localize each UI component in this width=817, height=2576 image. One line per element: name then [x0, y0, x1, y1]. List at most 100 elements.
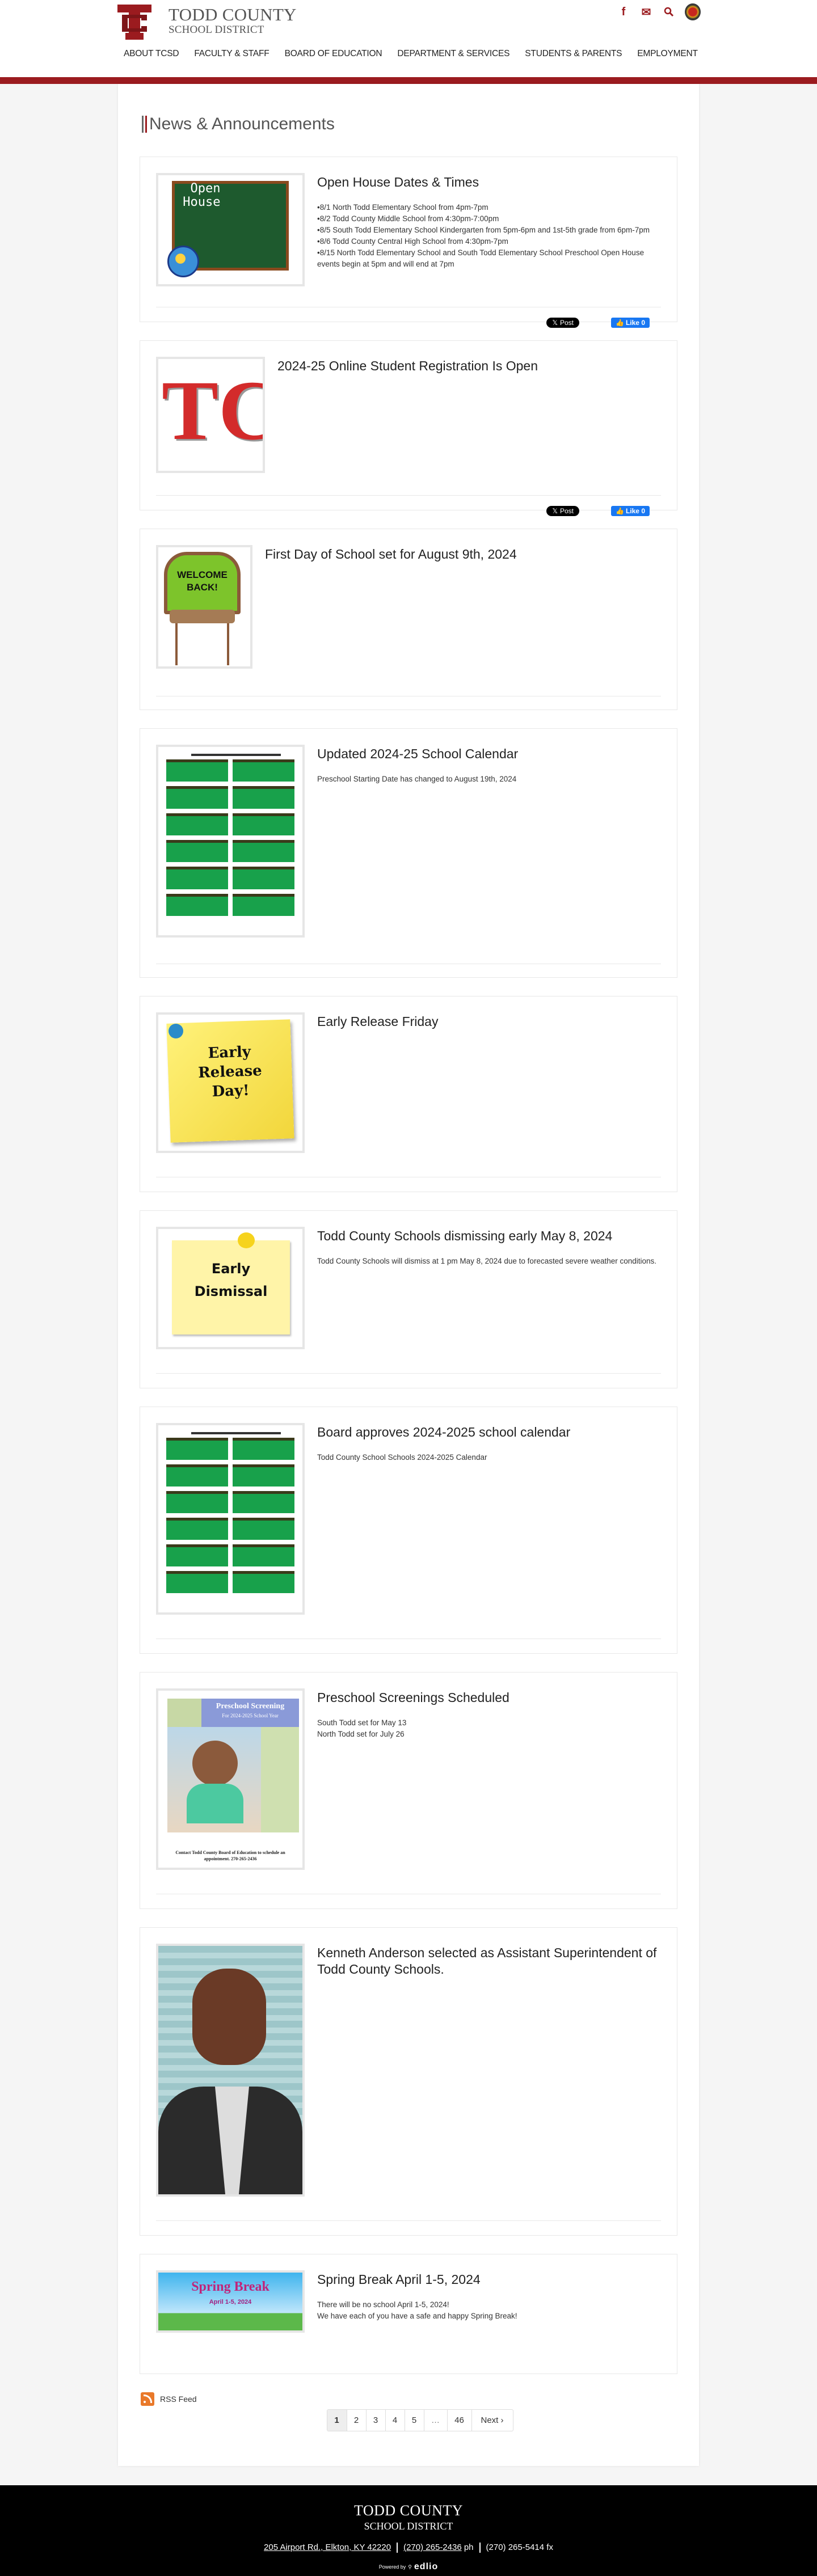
search-icon[interactable] [662, 5, 676, 19]
news-item: Board approves 2024-2025 school calendar… [140, 1407, 677, 1654]
header-accent-bar [0, 77, 817, 84]
news-thumbnail[interactable]: Early Release Day! [156, 1012, 305, 1153]
nav-employment[interactable]: EMPLOYMENT [637, 49, 698, 59]
nav-department-services[interactable]: DEPARTMENT & SERVICES [397, 49, 509, 59]
news-body-line: Todd County School Schools 2024-2025 Cal… [317, 1452, 487, 1462]
child-photo [167, 1727, 261, 1832]
news-thumbnail[interactable] [156, 1944, 305, 2197]
calendar-image [163, 1430, 298, 1608]
news-item: Open House Open House Dates & Times •8/1… [140, 157, 677, 328]
share-bar [156, 1894, 661, 1921]
pushpin-icon [169, 1024, 183, 1038]
share-bar [156, 1638, 661, 1666]
x-icon: 𝕏 [552, 319, 558, 327]
address-link[interactable]: 205 Airport Rd., Elkton, KY 42220 [264, 2543, 391, 2553]
footer-brand-line-1: TODD COUNTY [353, 2502, 464, 2519]
page-3-button[interactable]: 3 [365, 2410, 385, 2431]
news-title-link[interactable]: Kenneth Anderson selected as Assistant S… [317, 1945, 656, 1977]
news-title-link[interactable]: 2024-25 Online Student Registration Is O… [277, 358, 538, 373]
nav-board-of-education[interactable]: BOARD OF EDUCATION [285, 49, 382, 59]
page-46-button[interactable]: 46 [447, 2410, 471, 2431]
nav-about-tcsd[interactable]: ABOUT TCSD [124, 49, 179, 59]
share-bar [156, 964, 661, 991]
footer-brand-line-2: SCHOOL DISTRICT [364, 2520, 453, 2532]
news-title-link[interactable]: Preschool Screenings Scheduled [317, 1690, 509, 1705]
news-title-link[interactable]: Early Release Friday [317, 1014, 438, 1029]
brand-name[interactable]: TODD COUNTY SCHOOL DISTRICT [169, 6, 297, 36]
rss-label: RSS Feed [160, 2395, 197, 2404]
globe-icon [167, 246, 199, 277]
news-item: Early Release Day! Early Release Friday [140, 996, 677, 1192]
news-thumbnail[interactable]: Open House [156, 173, 305, 286]
news-thumbnail[interactable]: WELCOME BACK! [156, 545, 252, 669]
news-thumbnail[interactable]: Early Dismissal [156, 1227, 305, 1349]
next-page-button[interactable]: Next › [471, 2410, 513, 2431]
news-thumbnail[interactable] [156, 1423, 305, 1615]
news-body-line: Preschool Starting Date has changed to A… [317, 774, 517, 783]
email-icon[interactable]: ✉ [639, 5, 653, 19]
page-1-button[interactable]: 1 [327, 2410, 347, 2431]
news-thumbnail[interactable]: Spring Break April 1-5, 2024 [156, 2270, 305, 2333]
pagination: 1 2 3 4 5 … 46 Next › [162, 2409, 677, 2431]
news-thumbnail[interactable]: TC [156, 357, 265, 473]
brand-line-1: TODD COUNTY [169, 5, 297, 24]
news-thumbnail[interactable]: Preschool Screening For 2024-2025 School … [156, 1688, 305, 1870]
news-thumbnail[interactable] [156, 745, 305, 938]
screening-image-subheading: For 2024-2025 School Year [222, 1713, 279, 1718]
news-item: Updated 2024-25 School Calendar Preschoo… [140, 728, 677, 978]
page-title: News & Announcements [142, 115, 677, 134]
news-title-link[interactable]: First Day of School set for August 9th, … [265, 547, 517, 561]
news-body-line: Todd County Schools will dismiss at 1 pm… [317, 1256, 657, 1265]
screening-image-heading: Preschool Screening [216, 1702, 285, 1711]
news-body-line: •8/5 South Todd Elementary School Kinder… [317, 225, 650, 234]
nav-students-parents[interactable]: STUDENTS & PARENTS [525, 49, 622, 59]
share-bar: 𝕏 Post 👍 Like 0 [156, 307, 661, 338]
x-post-button[interactable]: 𝕏 Post [546, 318, 580, 328]
thumbs-up-icon: 👍 [616, 319, 624, 327]
district-seal-icon[interactable] [685, 3, 701, 20]
share-bar [156, 696, 661, 723]
news-body-line: South Todd set for May 13 [317, 1718, 407, 1727]
page-2-button[interactable]: 2 [346, 2410, 366, 2431]
kenneth-anderson-photo [158, 1946, 302, 2194]
news-title-link[interactable]: Board approves 2024-2025 school calendar [317, 1425, 570, 1439]
spring-break-image-heading: Spring Break [191, 2279, 269, 2294]
news-title-link[interactable]: Spring Break April 1-5, 2024 [317, 2272, 481, 2287]
page-5-button[interactable]: 5 [404, 2410, 424, 2431]
share-bar [156, 1373, 661, 1400]
pushpin-icon [238, 1232, 255, 1248]
news-item: Preschool Screening For 2024-2025 School … [140, 1672, 677, 1909]
news-title-link[interactable]: Updated 2024-25 School Calendar [317, 746, 518, 761]
share-bar: 𝕏 Post 👍 Like 0 [156, 495, 661, 526]
news-body-line: We have each of you have a safe and happ… [317, 2311, 517, 2320]
fax-number: (270) 265-5414 fx [486, 2543, 553, 2552]
main-nav: ABOUT TCSD FACULTY & STAFF BOARD OF EDUC… [124, 49, 713, 59]
page-4-button[interactable]: 4 [385, 2410, 405, 2431]
phone-link[interactable]: (270) 265-2436 [403, 2543, 462, 2552]
rss-icon [141, 2392, 154, 2406]
news-item: Early Dismissal Todd County Schools dismi… [140, 1210, 677, 1388]
district-logo[interactable] [116, 3, 153, 41]
news-title-link[interactable]: Todd County Schools dismissing early May… [317, 1228, 612, 1243]
pagination-ellipsis: … [423, 2410, 447, 2431]
x-icon: 𝕏 [552, 507, 558, 515]
facebook-like-button[interactable]: 👍 Like 0 [611, 318, 650, 328]
news-item: Spring Break April 1-5, 2024 Spring Brea… [140, 2254, 677, 2374]
news-title-link[interactable]: Open House Dates & Times [317, 175, 479, 189]
x-post-button[interactable]: 𝕏 Post [546, 506, 580, 516]
nav-faculty-staff[interactable]: FACULTY & STAFF [194, 49, 269, 59]
news-item: Kenneth Anderson selected as Assistant S… [140, 1927, 677, 2236]
main-content: News & Announcements Open House Open Hou… [118, 84, 699, 2466]
rss-feed-link[interactable]: RSS Feed [141, 2392, 677, 2406]
site-header: TODD COUNTY SCHOOL DISTRICT f ✉ ABOUT TC… [0, 0, 817, 77]
page-heading: News & Announcements [149, 115, 335, 133]
facebook-like-button[interactable]: 👍 Like 0 [611, 506, 650, 516]
news-body-line: •8/15 North Todd Elementary School and S… [317, 248, 645, 268]
share-bar [156, 2220, 661, 2248]
facebook-icon[interactable]: f [617, 5, 630, 19]
news-item: TC 2024-25 Online Student Registration I… [140, 340, 677, 516]
brand-line-2: SCHOOL DISTRICT [169, 24, 264, 36]
powered-by-edlio-link[interactable]: Powered by ⚲ edlio [0, 2562, 817, 2572]
news-item: WELCOME BACK! First Day of School set for… [140, 529, 677, 710]
share-bar [156, 1177, 661, 1204]
